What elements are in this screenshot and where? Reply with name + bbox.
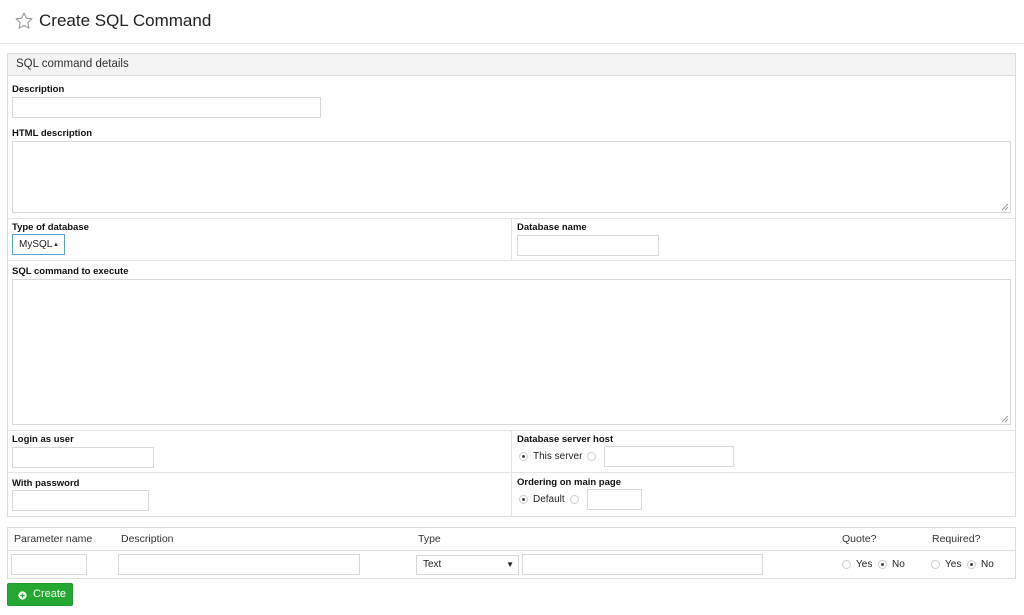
- type-of-database-select[interactable]: MySQL ▲: [12, 234, 65, 255]
- parameter-type-select[interactable]: Text ▼: [416, 555, 519, 575]
- create-button[interactable]: Create: [7, 583, 73, 606]
- resize-grip-icon[interactable]: [1001, 415, 1009, 423]
- column-header-parameter-name: Parameter name: [14, 533, 93, 545]
- quote-no-label: No: [892, 559, 905, 570]
- divider: [8, 550, 1015, 551]
- quote-yes-radio[interactable]: [842, 560, 851, 569]
- database-server-host-input[interactable]: [604, 446, 734, 467]
- ordering-label: Ordering on main page: [517, 477, 621, 488]
- database-server-host-label: Database server host: [517, 434, 614, 445]
- type-of-database-label: Type of database: [12, 222, 89, 233]
- column-divider: [511, 430, 512, 516]
- sql-command-textarea[interactable]: [12, 279, 1011, 425]
- sql-command-label: SQL command to execute: [12, 266, 129, 277]
- parameters-table: Parameter name Description Type Quote? R…: [7, 527, 1016, 579]
- parameter-type-option-input[interactable]: [522, 554, 763, 575]
- quote-yes-label: Yes: [856, 559, 873, 570]
- panel-title: SQL command details: [8, 54, 1015, 76]
- database-name-label: Database name: [517, 222, 587, 233]
- type-of-database-value: MySQL: [19, 239, 53, 250]
- column-header-quote: Quote?: [842, 533, 877, 545]
- database-name-input[interactable]: [517, 235, 659, 256]
- with-password-label: With password: [12, 478, 80, 489]
- required-yes-label: Yes: [945, 559, 962, 570]
- description-label: Description: [12, 84, 65, 95]
- parameter-type-value: Text: [423, 559, 442, 570]
- required-no-label: No: [981, 559, 994, 570]
- this-server-label: This server: [533, 451, 583, 462]
- quote-no-radio[interactable]: [878, 560, 887, 569]
- required-yes-radio[interactable]: [931, 560, 940, 569]
- this-server-radio[interactable]: [519, 452, 528, 461]
- sql-command-details-panel: SQL command details Description HTML des…: [7, 53, 1016, 517]
- with-password-input[interactable]: [12, 490, 149, 511]
- html-description-textarea[interactable]: [12, 141, 1011, 213]
- ordering-default-label: Default: [533, 494, 565, 505]
- login-as-user-label: Login as user: [12, 434, 74, 445]
- other-server-radio[interactable]: [587, 452, 596, 461]
- login-as-user-input[interactable]: [12, 447, 154, 468]
- ordering-input[interactable]: [587, 489, 642, 510]
- resize-grip-icon[interactable]: [1001, 203, 1009, 211]
- divider: [8, 260, 1015, 261]
- html-description-label: HTML description: [12, 128, 93, 139]
- ordering-custom-radio[interactable]: [570, 495, 579, 504]
- plus-circle-icon: [18, 591, 27, 600]
- column-header-description: Description: [121, 533, 174, 545]
- column-divider: [511, 218, 512, 260]
- parameter-description-input[interactable]: [118, 554, 360, 575]
- column-header-type: Type: [418, 533, 441, 545]
- chevron-down-icon: ▼: [506, 560, 514, 569]
- parameter-name-input[interactable]: [11, 554, 87, 575]
- star-outline-icon[interactable]: [14, 11, 34, 31]
- divider: [8, 472, 1015, 473]
- required-no-radio[interactable]: [967, 560, 976, 569]
- page-header: Create SQL Command: [0, 0, 1024, 44]
- column-header-required: Required?: [932, 533, 981, 545]
- description-input[interactable]: [12, 97, 321, 118]
- chevron-up-icon: ▲: [53, 242, 59, 248]
- create-button-label: Create: [33, 588, 67, 600]
- ordering-default-radio[interactable]: [519, 495, 528, 504]
- page-title: Create SQL Command: [39, 11, 212, 30]
